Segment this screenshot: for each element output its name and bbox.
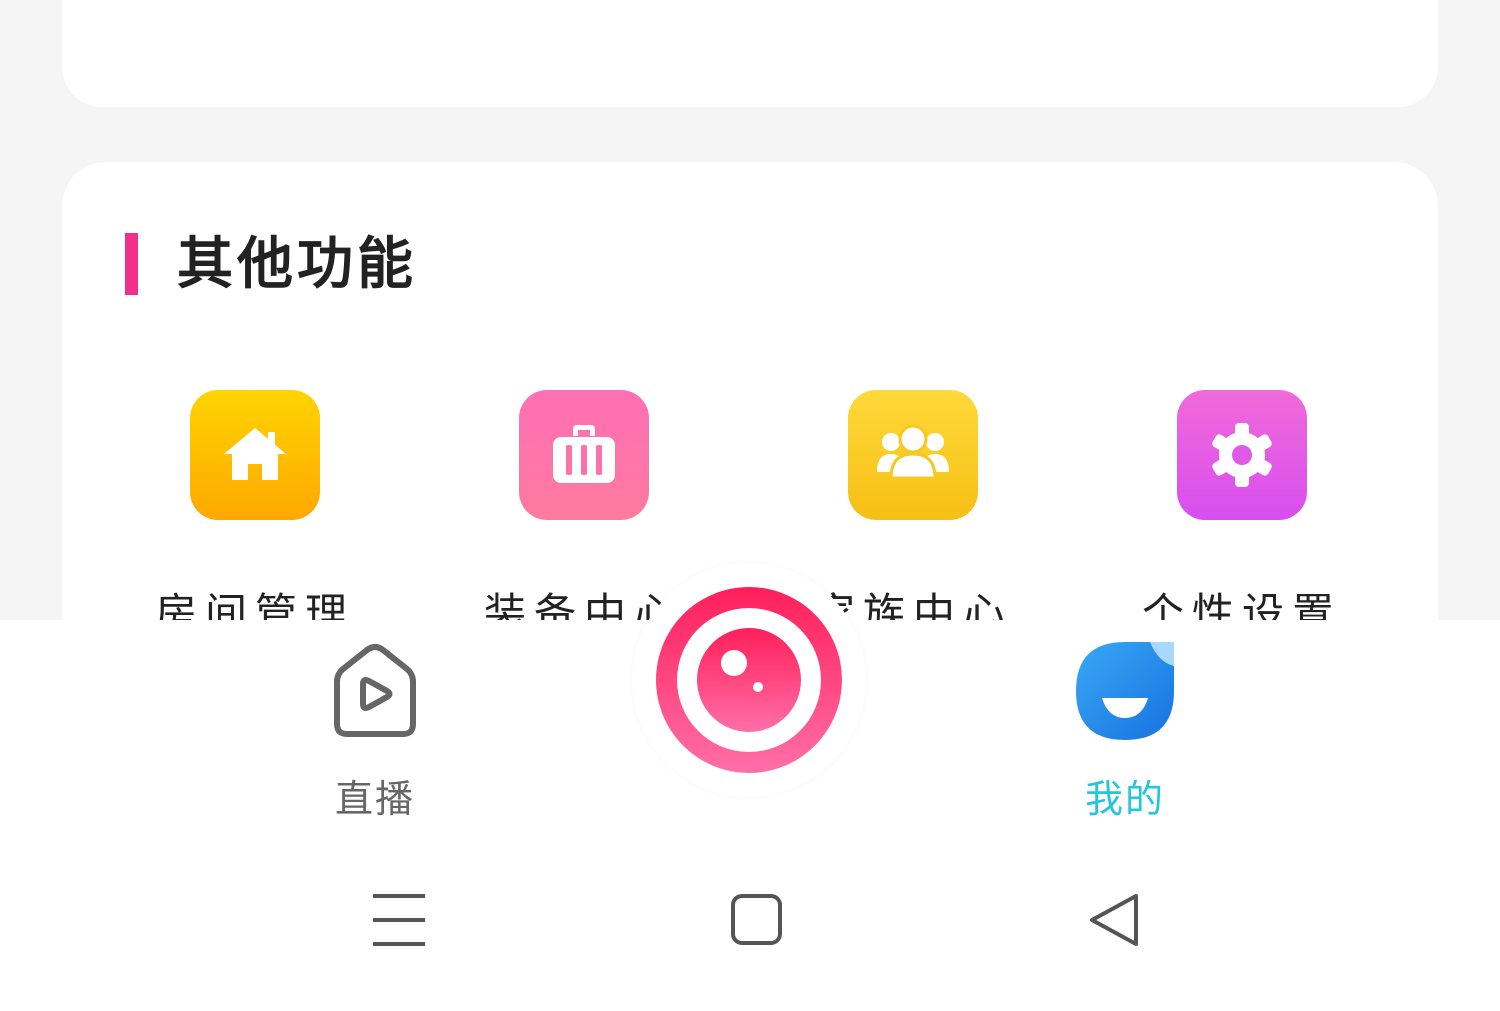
- top-card: [62, 0, 1438, 107]
- back-triangle-icon: [1090, 894, 1138, 946]
- system-menu-button[interactable]: [358, 880, 438, 960]
- tab-mine[interactable]: 我的: [1050, 638, 1200, 821]
- gear-icon: [1177, 390, 1307, 520]
- personal-settings-button[interactable]: 个性设置: [1122, 390, 1362, 650]
- smile-face-icon: [1072, 638, 1178, 744]
- live-play-icon: [325, 640, 425, 740]
- room-management-button[interactable]: 房间管理: [135, 390, 375, 650]
- tab-mine-label: 我的: [1084, 777, 1165, 821]
- camera-lens-icon: [656, 587, 842, 773]
- system-home-button[interactable]: [717, 880, 797, 960]
- system-back-button[interactable]: [1078, 880, 1158, 960]
- menu-icon: [373, 894, 425, 946]
- house-icon: [190, 390, 320, 520]
- section-accent-bar: [125, 233, 138, 295]
- tab-live-label: 直播: [334, 777, 415, 821]
- home-square-icon: [731, 894, 782, 945]
- tab-live[interactable]: 直播: [300, 640, 450, 821]
- section-title: 其他功能: [177, 231, 417, 297]
- group-icon: [848, 390, 978, 520]
- center-live-camera-button[interactable]: [632, 563, 866, 797]
- suitcase-icon: [519, 390, 649, 520]
